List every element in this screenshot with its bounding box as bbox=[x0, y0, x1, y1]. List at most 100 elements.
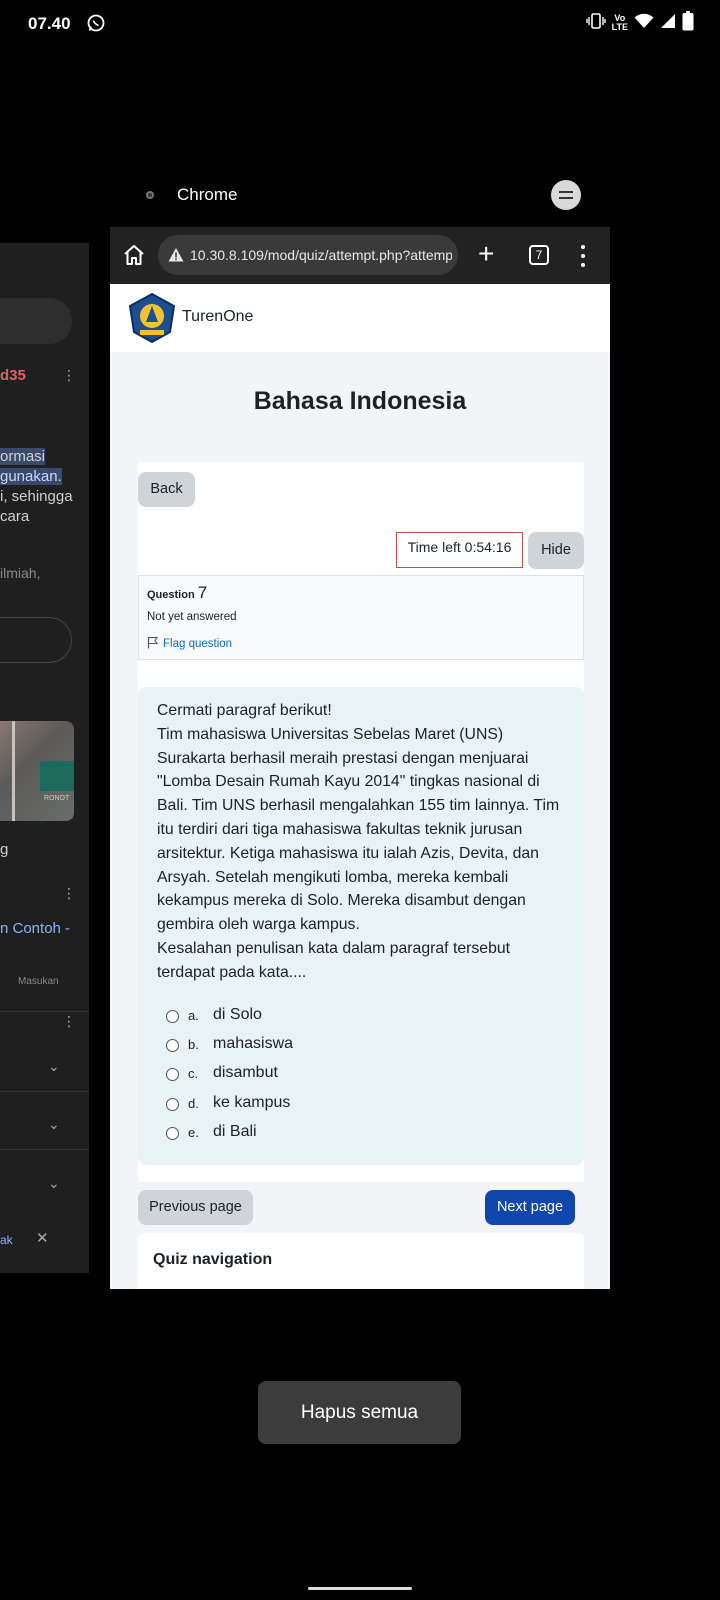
feedback-label: Masukan bbox=[18, 976, 59, 987]
image-board bbox=[40, 761, 74, 791]
answer-option-d[interactable]: d. ke kampus bbox=[166, 1093, 466, 1115]
question-line: kekampus mereka di Solo. Mereka disambut… bbox=[157, 892, 526, 910]
home-icon[interactable] bbox=[122, 243, 146, 267]
radio-button[interactable] bbox=[166, 1098, 179, 1111]
question-line: Surakarta berhasil meraih prestasi denga… bbox=[157, 749, 529, 767]
text-line: g bbox=[0, 841, 9, 858]
new-tab-button[interactable]: + bbox=[478, 240, 494, 268]
question-line: "Lomba Desain Rumah Kayu 2014" tingkas n… bbox=[157, 773, 540, 791]
vibrate-icon bbox=[585, 12, 606, 34]
question-line: Kesalahan penulisan kata dalam paragraf … bbox=[157, 939, 511, 957]
image-sign-text: RONOT bbox=[44, 795, 70, 802]
question-line: Arsyah. Setelah mengikuti lomba, mereka … bbox=[157, 868, 509, 886]
search-pill bbox=[0, 298, 72, 344]
menu-icon[interactable] bbox=[580, 243, 586, 267]
app-name: Chrome bbox=[177, 185, 238, 204]
divider bbox=[0, 1011, 89, 1012]
app-menu-button[interactable] bbox=[551, 180, 581, 210]
school-logo[interactable] bbox=[126, 292, 178, 344]
question-line: Tim mahasiswa Universitas Sebelas Maret … bbox=[157, 725, 504, 743]
address-bar[interactable]: 10.30.8.109/mod/quiz/attempt.php?attempt bbox=[158, 235, 458, 275]
answer-text[interactable]: disambut bbox=[213, 1064, 278, 1082]
answer-letter: c. bbox=[188, 1066, 199, 1081]
text-highlight: gunakan. bbox=[0, 468, 62, 485]
answer-letter: e. bbox=[188, 1125, 199, 1140]
answer-letter: b. bbox=[188, 1037, 199, 1052]
text-line: gunakan. bbox=[0, 468, 62, 485]
question-line: Bali. Tim UNS berhasil mengalahkan 155 t… bbox=[157, 797, 560, 815]
clear-all-button[interactable]: Hapus semua bbox=[258, 1381, 461, 1444]
answer-text[interactable]: mahasiswa bbox=[213, 1035, 293, 1053]
more-icon: ⋮ bbox=[62, 1013, 76, 1029]
question-line: terdapat pada kata.... bbox=[157, 963, 307, 981]
app-header: Chrome bbox=[110, 175, 610, 217]
volte-icon: Vo LTE bbox=[612, 14, 628, 32]
tab-switcher-button[interactable]: 7 bbox=[529, 245, 549, 265]
radio-button[interactable] bbox=[166, 1010, 179, 1023]
answer-letter: a. bbox=[188, 1008, 199, 1023]
more-icon: ⋮ bbox=[62, 885, 76, 901]
quiz-navigation-block: Quiz navigation bbox=[138, 1233, 584, 1289]
divider bbox=[0, 1091, 89, 1092]
question-line: Cermati paragraf berikut! bbox=[157, 702, 332, 719]
badge-text: d35 bbox=[0, 367, 26, 384]
status-icons: Vo LTE bbox=[585, 10, 694, 36]
hide-timer-button[interactable]: Hide bbox=[528, 532, 584, 569]
page-title: Bahasa Indonesia bbox=[253, 387, 467, 415]
url-text: 10.30.8.109/mod/quiz/attempt.php?attempt bbox=[190, 247, 452, 263]
browser-window[interactable]: 10.30.8.109/mod/quiz/attempt.php?attempt… bbox=[110, 227, 610, 1289]
answer-text[interactable]: ke kampus bbox=[213, 1094, 290, 1112]
battery-icon bbox=[682, 10, 694, 36]
text-line: i, sehingga bbox=[0, 488, 73, 505]
warning-icon bbox=[168, 247, 184, 263]
signal-icon bbox=[660, 13, 676, 34]
answer-letter: d. bbox=[188, 1096, 199, 1111]
chrome-icon bbox=[146, 191, 154, 199]
question-box: Cermati paragraf berikut! Tim mahasiswa … bbox=[138, 687, 584, 1165]
question-status: Not yet answered bbox=[147, 611, 237, 623]
lte-label: LTE bbox=[611, 22, 628, 32]
previous-page-button[interactable]: Previous page bbox=[138, 1190, 253, 1225]
radio-button[interactable] bbox=[166, 1039, 179, 1052]
background-app-card[interactable]: d35 ⋮ ormasi gunakan. i, sehingga cara i… bbox=[0, 243, 89, 1273]
text-line: ilmiah, bbox=[0, 565, 41, 581]
text-line: cara bbox=[0, 508, 30, 525]
answer-option-b[interactable]: b. mahasiswa bbox=[166, 1034, 466, 1056]
timer: Time left 0:54:16 bbox=[396, 532, 523, 568]
answer-text[interactable]: di Bali bbox=[213, 1123, 257, 1141]
thumbnail-image: RONOT bbox=[0, 721, 74, 821]
more-icon: ⋮ bbox=[62, 367, 76, 383]
wifi-icon bbox=[634, 13, 654, 34]
whatsapp-icon bbox=[86, 13, 106, 33]
next-page-button[interactable]: Next page bbox=[485, 1190, 575, 1225]
site-name[interactable]: TurenOne bbox=[182, 308, 253, 326]
flag-icon bbox=[147, 636, 159, 649]
question-line: gembira oleh warga kampus. bbox=[157, 916, 360, 934]
question-text: Cermati paragraf berikut! Tim mahasiswa … bbox=[157, 699, 567, 985]
answer-option-c[interactable]: c. disambut bbox=[166, 1063, 466, 1085]
status-bar: 07.40 Vo LTE bbox=[0, 0, 720, 48]
link-text: n Contoh - bbox=[0, 920, 71, 937]
question-line: itu terdiri dari tiga mahasiswa fakultas… bbox=[157, 820, 523, 838]
answer-text[interactable]: di Solo bbox=[213, 1006, 262, 1024]
answer-option-a[interactable]: a. di Solo bbox=[166, 1005, 466, 1027]
site-header: TurenOne bbox=[110, 284, 610, 352]
radio-button[interactable] bbox=[166, 1068, 179, 1081]
chevron-down-icon: ⌄ bbox=[48, 1116, 60, 1132]
divider bbox=[0, 1149, 89, 1150]
chevron-down-icon: ⌄ bbox=[48, 1058, 60, 1074]
browser-toolbar: 10.30.8.109/mod/quiz/attempt.php?attempt… bbox=[110, 227, 610, 284]
chevron-down-icon: ⌄ bbox=[48, 1175, 60, 1191]
gesture-home-bar[interactable] bbox=[308, 1587, 412, 1590]
quiz-main: Back Time left 0:54:16 Hide Question 7 N… bbox=[110, 462, 610, 1289]
flag-question-label: Flag question bbox=[163, 638, 233, 650]
question-line: arsitektur. Ketiga mahasiswa itu ialah A… bbox=[157, 844, 539, 862]
question-label-text: Question bbox=[147, 589, 195, 601]
question-number: 7 bbox=[197, 583, 208, 602]
answer-option-e[interactable]: e. di Bali bbox=[166, 1122, 466, 1144]
radio-button[interactable] bbox=[166, 1127, 179, 1140]
flag-question-link[interactable]: Flag question bbox=[147, 636, 232, 650]
question-info: Question 7 Not yet answered Flag questio… bbox=[138, 575, 584, 660]
back-button[interactable]: Back bbox=[138, 472, 195, 507]
outline-pill bbox=[0, 617, 72, 663]
